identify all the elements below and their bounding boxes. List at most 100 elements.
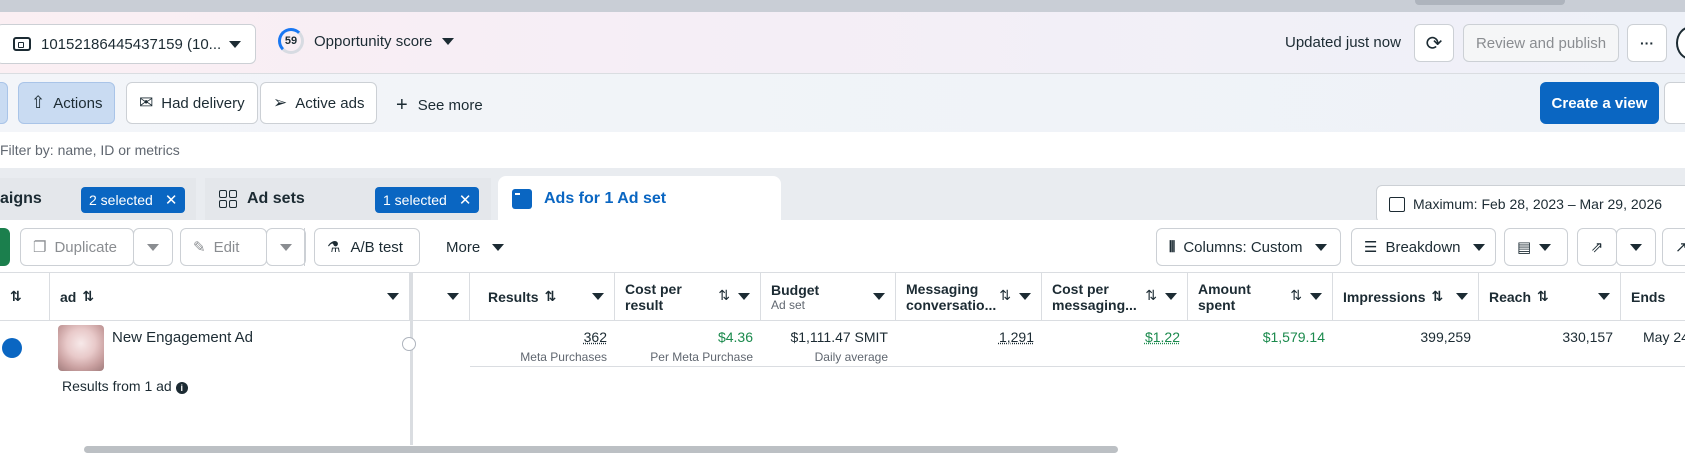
ends-column-header[interactable]: Ends xyxy=(1621,273,1685,321)
column-label: Cost per xyxy=(1052,281,1137,297)
avatar[interactable] xyxy=(1676,26,1685,60)
budget-column-header[interactable]: Budget Ad set xyxy=(761,273,896,321)
date-range-picker[interactable]: Maximum: Feb 28, 2023 – Mar 29, 2026 xyxy=(1376,185,1685,223)
close-icon[interactable]: ✕ xyxy=(459,191,472,209)
score-ring: 59 xyxy=(278,28,304,54)
row-selected-toggle[interactable] xyxy=(2,338,22,358)
chevron-down-icon xyxy=(1630,244,1642,251)
horizontal-scrollbar[interactable] xyxy=(84,446,1118,453)
arrow-up-circle-icon: ⇧ xyxy=(31,93,45,113)
reports-button[interactable]: ▤ xyxy=(1504,228,1568,266)
ab-test-label: A/B test xyxy=(350,239,403,256)
messaging-column-header[interactable]: Messaging conversatio... ⇅ xyxy=(896,273,1042,321)
see-more-button[interactable]: + See more xyxy=(396,94,483,117)
header-bar: 10152186445437159 (10... 59 Opportunity … xyxy=(0,12,1685,74)
account-selector[interactable]: 10152186445437159 (10... xyxy=(0,24,256,64)
breakdown-icon: ☰ xyxy=(1364,238,1377,256)
columns-button[interactable]: ⫴ Columns: Custom xyxy=(1156,228,1341,266)
tab-ads-label: Ads for 1 Ad set xyxy=(544,190,666,208)
cost-per-result-value: $4.36 xyxy=(615,329,753,345)
impressions-column-header[interactable]: Impressions ⇅ xyxy=(1333,273,1479,321)
ends-value: May 24 xyxy=(1643,329,1677,345)
edit-dropdown[interactable] xyxy=(266,228,306,266)
ad-column-header[interactable]: ad ⇅ xyxy=(50,273,410,321)
had-delivery-filter-button[interactable]: ✉ Had delivery xyxy=(126,82,258,124)
refresh-button[interactable]: ⟳ xyxy=(1414,24,1454,62)
actions-filter-button[interactable]: ⇧ Actions xyxy=(18,82,115,124)
results-value[interactable]: 362 xyxy=(470,329,607,345)
messaging-cell: 1,291 xyxy=(896,321,1042,367)
amount-spent-column-header[interactable]: Amount spent ⇅ xyxy=(1188,273,1333,321)
sort-icon: ⇅ xyxy=(718,287,730,304)
opportunity-score[interactable]: 59 Opportunity score xyxy=(278,28,454,54)
charts-button[interactable]: ↗ xyxy=(1662,228,1685,266)
more-button[interactable]: More xyxy=(434,228,516,266)
frozen-pane-divider xyxy=(410,273,413,445)
active-ads-filter-button[interactable]: ➢ Active ads xyxy=(260,82,377,124)
browser-top-strip xyxy=(0,0,1685,12)
chevron-down-icon xyxy=(1598,293,1610,300)
chevron-down-icon xyxy=(229,41,241,48)
campaigns-selected-chip[interactable]: 2 selected ✕ xyxy=(81,187,185,213)
reach-column-header[interactable]: Reach ⇅ xyxy=(1479,273,1621,321)
column-label: Impressions xyxy=(1343,289,1425,305)
cost-per-messaging-column-header[interactable]: Cost per messaging... ⇅ xyxy=(1042,273,1188,321)
chevron-down-icon xyxy=(1456,293,1468,300)
tab-ads[interactable]: Ads for 1 Ad set xyxy=(498,176,781,222)
results-summary: Results from 1 ad i xyxy=(62,378,188,394)
edit-button[interactable]: ✎ Edit xyxy=(180,228,267,266)
breakdown-label: Breakdown xyxy=(1385,239,1460,256)
cost-per-result-column-header[interactable]: Cost per result ⇅ xyxy=(615,273,761,321)
budget-value[interactable]: $1,111.47 SMIT xyxy=(761,329,888,345)
ad-thumbnail[interactable] xyxy=(58,325,104,371)
column-sublabel: Ad set xyxy=(771,298,819,312)
chevron-down-icon xyxy=(738,293,750,300)
sort-icon: ⇅ xyxy=(1431,288,1443,305)
create-view-button[interactable]: Create a view xyxy=(1540,82,1659,124)
export-dropdown[interactable] xyxy=(1616,228,1656,266)
sort-icon: ⇅ xyxy=(545,288,557,305)
score-label: Opportunity score xyxy=(314,33,432,50)
more-label: More xyxy=(446,239,480,256)
ads-table: ⇅ ad ⇅ Results ⇅ Cost per result ⇅ Budget… xyxy=(0,272,1685,468)
more-options-button[interactable]: ··· xyxy=(1627,24,1667,62)
sort-icon: ⇅ xyxy=(10,288,22,305)
ad-name[interactable]: New Engagement Ad xyxy=(112,329,253,346)
results-column-header[interactable]: Results ⇅ xyxy=(470,273,615,321)
duplicate-label: Duplicate xyxy=(54,239,117,256)
create-button-cut[interactable] xyxy=(0,228,10,266)
ends-cell: May 24 xyxy=(1621,321,1685,367)
hidden-column-header[interactable] xyxy=(413,273,470,321)
chevron-down-icon xyxy=(1315,244,1327,251)
date-range-label: Maximum: Feb 28, 2023 – Mar 29, 2026 xyxy=(1413,196,1662,212)
envelope-icon: ✉ xyxy=(139,93,153,113)
browser-tab-edge xyxy=(1415,0,1565,5)
info-icon[interactable]: i xyxy=(176,382,188,394)
select-column-header[interactable]: ⇅ xyxy=(0,273,50,321)
breakdown-button[interactable]: ☰ Breakdown xyxy=(1351,228,1496,266)
search-placeholder: Filter by: name, ID or metrics xyxy=(0,142,180,158)
calendar-icon xyxy=(1389,197,1405,212)
column-label: Reach xyxy=(1489,289,1531,305)
view-settings-button[interactable] xyxy=(1664,82,1685,124)
ab-test-button[interactable]: ⚗ A/B test xyxy=(314,228,420,266)
column-label: spent xyxy=(1198,297,1251,313)
export-button[interactable]: ⇗ xyxy=(1577,228,1617,266)
chip-label: 1 selected xyxy=(383,192,447,208)
filter-button-cut[interactable] xyxy=(0,82,8,124)
impressions-cell: 399,259 xyxy=(1333,321,1479,367)
messaging-value[interactable]: 1,291 xyxy=(896,329,1034,345)
review-publish-button[interactable]: Review and publish xyxy=(1463,24,1619,62)
report-icon: ▤ xyxy=(1517,238,1531,256)
duplicate-dropdown[interactable] xyxy=(133,228,173,266)
column-label: ad xyxy=(60,289,76,305)
impressions-value: 399,259 xyxy=(1333,329,1471,345)
adsets-selected-chip[interactable]: 1 selected ✕ xyxy=(375,187,479,213)
duplicate-button[interactable]: ❐ Duplicate xyxy=(20,228,134,266)
close-icon[interactable]: ✕ xyxy=(165,191,178,209)
cost-per-result-cell: $4.36 Per Meta Purchase xyxy=(615,321,761,367)
search-input[interactable]: Filter by: name, ID or metrics xyxy=(0,132,1685,168)
column-label: Messaging xyxy=(906,281,996,297)
cost-per-messaging-value[interactable]: $1.22 xyxy=(1042,329,1180,345)
chevron-down-icon xyxy=(387,293,399,300)
